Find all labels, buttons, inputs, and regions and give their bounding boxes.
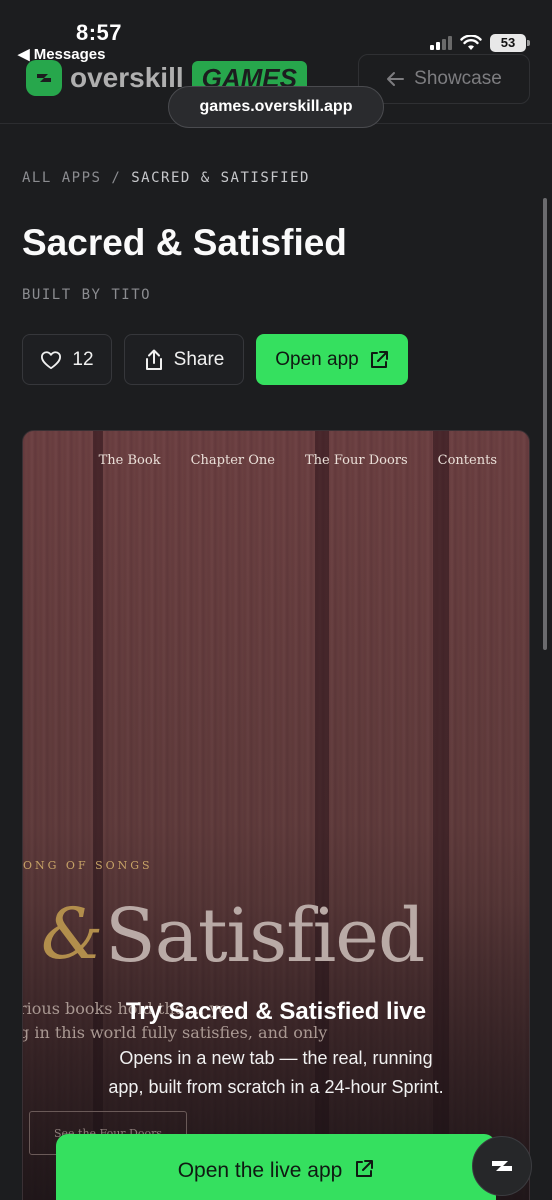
status-bar: 8:57 ◀ Messages 53 <box>0 0 552 66</box>
showcase-label: Showcase <box>414 68 502 89</box>
status-time: 8:57 <box>76 20 123 45</box>
external-link-icon <box>356 1160 374 1177</box>
external-link-icon <box>370 350 388 368</box>
back-to-messages[interactable]: ◀ Messages <box>18 45 105 63</box>
preview-eyebrow: ONG OF SONGS <box>23 859 153 872</box>
live-callout-subtitle: Opens in a new tab — the real, running a… <box>0 1044 552 1102</box>
preview-nav-contents: Contents <box>437 453 497 468</box>
live-callout-title: Try Sacred & Satisfied live <box>125 998 427 1025</box>
live-subtitle-line: app, built from scratch in a 24-hour Spr… <box>108 1077 444 1097</box>
preview-nav: The Book Chapter One The Four Doors Cont… <box>99 453 497 468</box>
author-credit: BUILT BY TITO <box>22 287 152 303</box>
arrow-left-icon <box>387 72 405 86</box>
open-app-label: Open app <box>275 348 359 370</box>
wifi-icon <box>460 35 482 50</box>
overskill-mark-icon <box>492 1161 512 1171</box>
preview-nav-chapter-one: Chapter One <box>190 453 275 468</box>
share-button[interactable]: Share <box>124 334 244 385</box>
open-app-button[interactable]: Open app <box>256 334 408 385</box>
preview-nav-the-book: The Book <box>98 453 161 468</box>
like-button[interactable]: 12 <box>22 334 112 385</box>
scrollbar-thumb[interactable] <box>543 198 547 650</box>
open-live-app-label: Open the live app <box>177 1159 343 1182</box>
status-icons: 53 <box>430 34 530 52</box>
battery-indicator: 53 <box>490 34 530 52</box>
breadcrumb-separator: / <box>111 170 122 186</box>
heart-icon <box>41 350 62 369</box>
live-subtitle-line: Opens in a new tab — the real, running <box>119 1048 433 1068</box>
share-label: Share <box>173 348 225 370</box>
preview-nav-four-doors: The Four Doors <box>304 453 408 468</box>
logo-text: overskill <box>70 62 184 93</box>
preview-hero-ampersand: & <box>41 893 104 975</box>
breadcrumb-all-apps[interactable]: ALL APPS <box>22 170 101 186</box>
page-title: Sacred & Satisfied <box>22 222 347 263</box>
cellular-signal-icon <box>430 36 452 50</box>
like-count: 12 <box>72 348 94 370</box>
overskill-fab-button[interactable] <box>472 1136 532 1196</box>
open-live-app-button[interactable]: Open the live app <box>56 1134 496 1200</box>
breadcrumb: ALL APPS / SACRED & SATISFIED <box>22 170 310 186</box>
app-actions: 12 Share Open app <box>22 334 408 385</box>
share-icon <box>145 349 162 370</box>
preview-hero-title: Satisfied <box>105 893 425 979</box>
url-bar[interactable]: games.overskill.app <box>168 86 384 128</box>
breadcrumb-current: SACRED & SATISFIED <box>131 170 310 186</box>
